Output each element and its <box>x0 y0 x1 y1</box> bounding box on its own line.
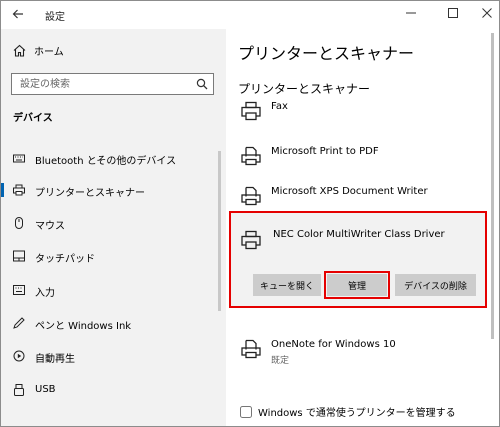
pen-icon <box>13 317 25 329</box>
sidebar-item-autoplay[interactable]: 自動再生 <box>1 344 226 368</box>
mouse-icon <box>15 217 23 229</box>
search-box[interactable] <box>11 73 214 95</box>
settings-window: 設定 ホーム デバイス Bluetooth とその他のデバイス プリンターとスキ… <box>0 0 500 427</box>
sidebar-item-bluetooth[interactable]: Bluetooth とその他のデバイス <box>1 146 226 170</box>
touchpad-icon <box>13 250 25 262</box>
manage-default-printer-checkbox[interactable] <box>240 405 252 418</box>
default-printer-setting[interactable]: Windows で通常使うプリンターを管理する <box>240 404 456 419</box>
section-title: プリンターとスキャナー <box>238 82 371 96</box>
page-title: プリンターとスキャナー <box>238 44 415 63</box>
printer-name: Fax <box>271 101 288 112</box>
sidebar-item-label: ペンと Windows Ink <box>35 321 132 332</box>
sidebar-scrollbar[interactable] <box>218 151 221 311</box>
sidebar-item-printers[interactable]: プリンターとスキャナー <box>1 178 226 202</box>
home-icon <box>13 44 26 57</box>
sidebar-home[interactable]: ホーム <box>13 43 64 58</box>
minimize-button[interactable] <box>398 3 424 23</box>
title-bar: 設定 <box>1 1 499 29</box>
autoplay-icon <box>13 350 25 362</box>
sidebar-item-label: マウス <box>35 221 65 232</box>
remove-device-button[interactable]: デバイスの削除 <box>395 274 476 296</box>
sidebar-item-mouse[interactable]: マウス <box>1 211 226 235</box>
back-arrow-icon <box>12 9 23 19</box>
printer-icon <box>241 230 261 250</box>
sidebar-item-pen[interactable]: ペンと Windows Ink <box>1 311 226 335</box>
search-icon <box>196 78 208 90</box>
sidebar-item-input[interactable]: 入力 <box>1 278 226 302</box>
printer-name: OneNote for Windows 10 <box>271 339 396 350</box>
sidebar: ホーム デバイス Bluetooth とその他のデバイス プリンターとスキャナー… <box>1 29 226 426</box>
default-printer-label: 既定 <box>271 356 290 366</box>
sidebar-item-touchpad[interactable]: タッチパッド <box>1 244 226 268</box>
manage-button[interactable]: 管理 <box>324 271 390 299</box>
printer-item-pdf[interactable]: Microsoft Print to PDF <box>238 146 488 172</box>
sidebar-section-title: デバイス <box>13 113 53 124</box>
sidebar-item-label: プリンターとスキャナー <box>35 188 145 199</box>
sidebar-item-usb[interactable]: USB <box>1 378 226 402</box>
printer-item-xps[interactable]: Microsoft XPS Document Writer <box>238 186 488 212</box>
keyboard-icon <box>13 154 25 163</box>
close-icon <box>482 8 492 18</box>
printer-item-fax[interactable]: Fax <box>238 101 488 127</box>
maximize-icon <box>448 8 458 18</box>
main-scrollbar[interactable] <box>491 33 494 339</box>
printer-item-onenote[interactable]: OneNote for Windows 10 既定 <box>238 339 488 369</box>
back-button[interactable] <box>9 5 27 23</box>
open-queue-button[interactable]: キューを開く <box>253 274 321 296</box>
sidebar-item-label: 自動再生 <box>35 354 75 365</box>
printer-name: NEC Color MultiWriter Class Driver <box>273 229 445 240</box>
sidebar-item-label: USB <box>35 384 56 395</box>
printer-name: Microsoft XPS Document Writer <box>271 186 428 197</box>
sidebar-item-label: Bluetooth とその他のデバイス <box>35 156 177 167</box>
app-title: 設定 <box>45 12 65 23</box>
printer-document-icon <box>241 146 261 166</box>
input-icon <box>13 285 25 295</box>
minimize-icon <box>406 12 416 14</box>
checkbox-label: Windows で通常使うプリンターを管理する <box>258 408 456 419</box>
printer-icon <box>241 101 261 121</box>
sidebar-item-label: 入力 <box>35 288 55 299</box>
usb-icon <box>14 384 24 396</box>
printer-document-icon <box>241 339 261 359</box>
sidebar-item-label: タッチパッド <box>35 254 95 265</box>
printer-name: Microsoft Print to PDF <box>271 146 379 157</box>
printer-icon <box>13 184 25 196</box>
close-button[interactable] <box>474 3 499 23</box>
search-input[interactable] <box>12 74 192 94</box>
printer-document-icon <box>241 186 261 206</box>
maximize-button[interactable] <box>440 3 466 23</box>
sidebar-home-label: ホーム <box>34 47 64 58</box>
